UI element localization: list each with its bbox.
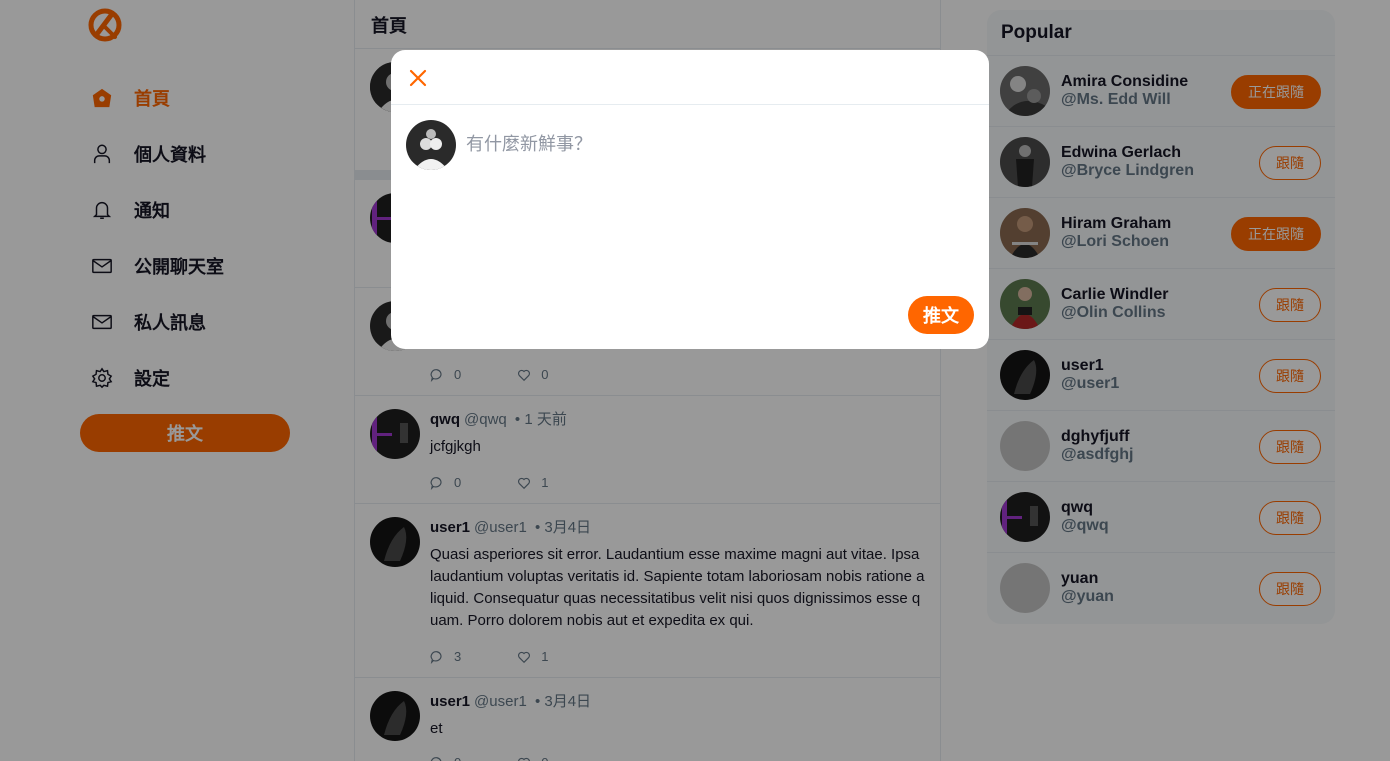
tweet-input[interactable] [466, 130, 971, 280]
compose-tweet-modal: 推文 [391, 50, 989, 349]
divider [391, 104, 989, 105]
submit-tweet-button[interactable]: 推文 [908, 296, 974, 334]
close-icon[interactable] [406, 66, 430, 90]
avatar [406, 120, 456, 170]
